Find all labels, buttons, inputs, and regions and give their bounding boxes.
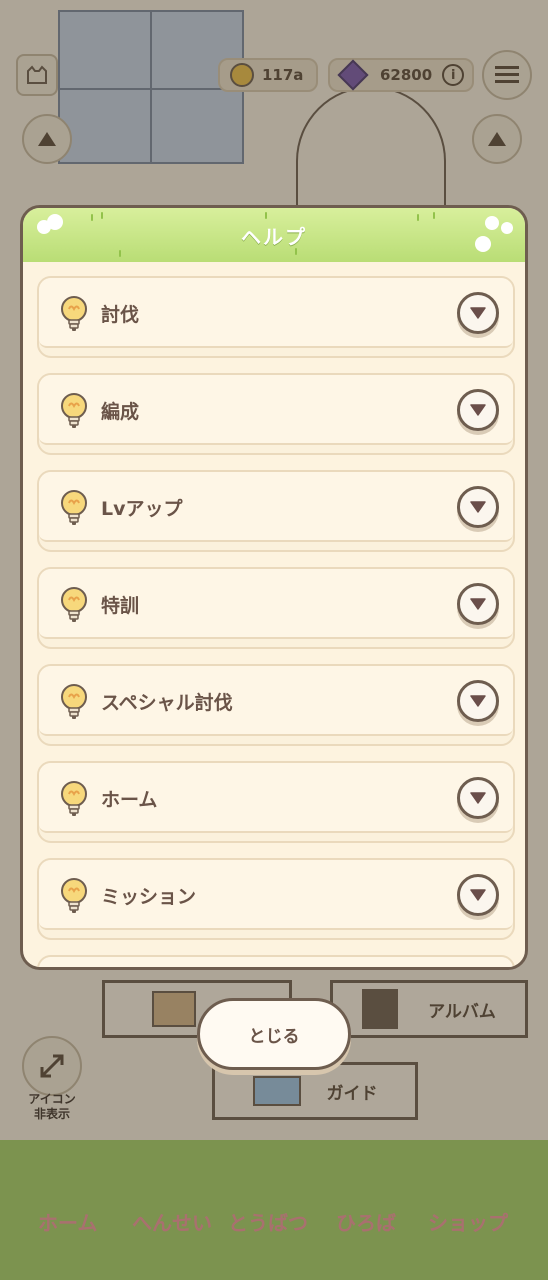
chevron-down-icon[interactable] (457, 874, 499, 916)
grass-decoration (433, 212, 435, 219)
help-topic-label: Lvアップ (101, 498, 183, 520)
lightbulb-icon (59, 683, 89, 721)
cloud-decoration (475, 236, 491, 252)
help-topic-item[interactable]: スペシャル討伐 (37, 664, 515, 746)
lightbulb-icon (59, 295, 89, 333)
chevron-down-icon[interactable] (457, 777, 499, 819)
help-topic-label: ミッション (101, 886, 197, 908)
close-button-label: とじる (248, 1026, 300, 1047)
grass-decoration (265, 212, 267, 219)
help-topic-item[interactable]: 特訓 (37, 567, 515, 649)
lightbulb-icon (59, 877, 89, 915)
help-topic-header[interactable]: Lvアップ (39, 472, 513, 542)
close-button[interactable]: とじる (197, 998, 351, 1070)
grass-decoration (101, 212, 103, 219)
help-topic-item[interactable]: ホーム (37, 761, 515, 843)
help-topic-item[interactable]: 討伐 (37, 276, 515, 358)
help-topic-header[interactable]: ミッション (39, 860, 513, 930)
help-modal: ヘルプ 討伐編成 Lvアップ特訓スペシャル討伐 ホームミッション (20, 205, 528, 970)
cloud-decoration (47, 214, 63, 230)
help-topic-label: ホーム (101, 789, 158, 811)
grass-decoration (295, 248, 297, 255)
lightbulb-icon (59, 780, 89, 818)
help-topic-item[interactable]: 編成 (37, 373, 515, 455)
cloud-decoration (501, 222, 513, 234)
grass-decoration (417, 214, 419, 221)
help-topic-list[interactable]: 討伐編成 Lvアップ特訓スペシャル討伐 ホームミッション (37, 276, 515, 967)
chevron-down-icon[interactable] (457, 583, 499, 625)
chevron-down-icon[interactable] (457, 389, 499, 431)
help-topic-header[interactable]: 特訓 (39, 569, 513, 639)
modal-header: ヘルプ (23, 208, 525, 262)
modal-title: ヘルプ (241, 224, 307, 249)
chevron-down-icon[interactable] (457, 680, 499, 722)
lightbulb-icon (59, 392, 89, 430)
help-topic-label: 編成 (101, 401, 140, 423)
help-topic-item[interactable] (37, 955, 515, 967)
help-topic-header[interactable]: 討伐 (39, 278, 513, 348)
help-topic-header[interactable]: ホーム (39, 763, 513, 833)
help-topic-item[interactable]: ミッション (37, 858, 515, 940)
help-topic-label: 討伐 (101, 304, 140, 326)
chevron-down-icon[interactable] (457, 292, 499, 334)
help-topic-label: スペシャル討伐 (101, 692, 233, 714)
help-topic-header[interactable]: 編成 (39, 375, 513, 445)
help-topic-label: 特訓 (101, 595, 140, 617)
chevron-down-icon[interactable] (457, 486, 499, 528)
lightbulb-icon (59, 489, 89, 527)
grass-decoration (91, 214, 93, 221)
grass-decoration (119, 250, 121, 257)
lightbulb-icon (59, 586, 89, 624)
cloud-decoration (485, 216, 499, 230)
help-topic-header[interactable] (39, 957, 513, 967)
help-topic-item[interactable]: Lvアップ (37, 470, 515, 552)
help-topic-header[interactable]: スペシャル討伐 (39, 666, 513, 736)
